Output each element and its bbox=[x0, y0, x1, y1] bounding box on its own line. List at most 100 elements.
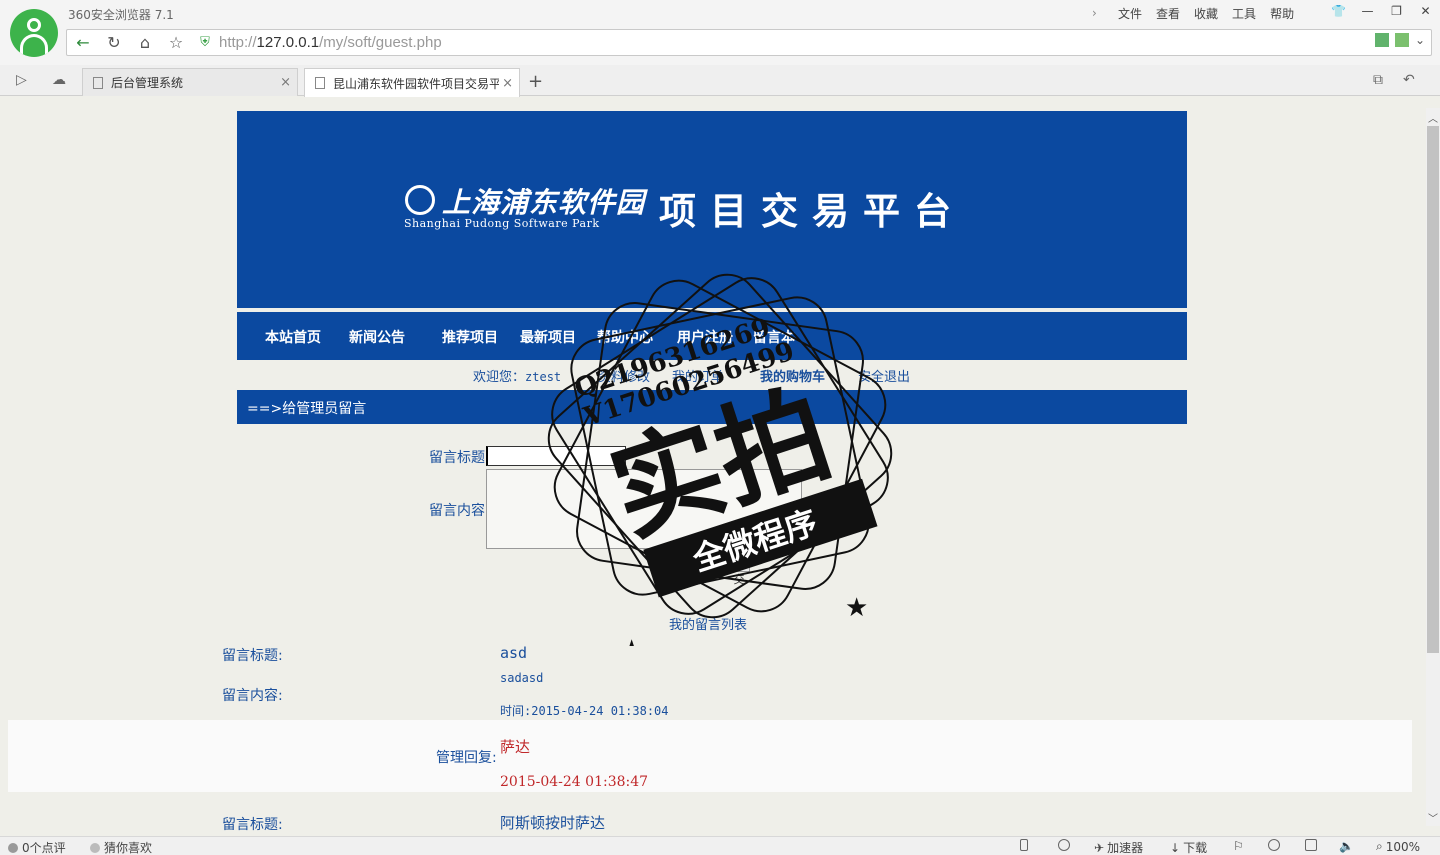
tab-label: 后台管理系统 bbox=[111, 76, 184, 90]
page-icon bbox=[315, 77, 325, 89]
guess-you-like[interactable]: 猜你喜欢 bbox=[90, 839, 152, 855]
rocket-icon: ✈ bbox=[1094, 840, 1105, 855]
link-logout[interactable]: 安全退出 bbox=[858, 366, 910, 385]
menu-file[interactable]: 文件 bbox=[1118, 5, 1142, 22]
app-title: 360安全浏览器 7.1 bbox=[68, 8, 174, 22]
tab-trading-platform[interactable]: 昆山浦东软件园软件项目交易平 × bbox=[304, 68, 520, 97]
link-my-cart[interactable]: 我的购物车 bbox=[760, 366, 825, 385]
comment-icon bbox=[8, 842, 18, 853]
menu-tools[interactable]: 工具 bbox=[1232, 5, 1256, 22]
window-icon[interactable] bbox=[1305, 839, 1317, 851]
leaf-icon[interactable] bbox=[1394, 33, 1409, 47]
comments-count[interactable]: 0个点评 bbox=[8, 839, 66, 855]
tab-close-icon[interactable]: × bbox=[502, 76, 513, 91]
vertical-scrollbar[interactable]: ︿ ﹀ bbox=[1426, 108, 1440, 826]
browser-titlebar: 360安全浏览器 7.1 › 文件 查看 收藏 工具 帮助 👕 — ❐ ✕ ← … bbox=[0, 0, 1440, 65]
reply-time: 2015-04-24 01:38:47 bbox=[500, 774, 649, 790]
tab-admin[interactable]: 后台管理系统 × bbox=[82, 68, 298, 96]
address-tools: ⌄ bbox=[1374, 33, 1425, 47]
tab-label: 昆山浦东软件园软件项目交易平 bbox=[333, 76, 499, 91]
home-icon[interactable]: ⌂ bbox=[131, 30, 159, 55]
mobile-icon[interactable] bbox=[1020, 839, 1028, 851]
admin-reply-box bbox=[8, 720, 1412, 792]
menu-favorites[interactable]: 收藏 bbox=[1194, 5, 1218, 22]
submit-button[interactable]: 提交 bbox=[728, 554, 750, 586]
navigation-bar: ← ↻ ⌂ ☆ ⛨ http://127.0.0.1/my/soft/guest… bbox=[66, 29, 1432, 56]
undo-close-icon[interactable]: ↶ bbox=[1403, 72, 1415, 88]
refresh-icon[interactable]: ↻ bbox=[100, 30, 128, 55]
svg-text:★: ★ bbox=[620, 635, 643, 646]
message-title-label: 留言标题: bbox=[222, 648, 283, 664]
scroll-down-icon[interactable]: ﹀ bbox=[1426, 810, 1440, 825]
message-content: sadasd bbox=[500, 671, 544, 685]
nav-recommended[interactable]: 推荐项目 bbox=[442, 327, 498, 347]
qr-code-icon[interactable] bbox=[1374, 33, 1389, 47]
tab-close-icon[interactable]: × bbox=[280, 75, 291, 90]
download-button[interactable]: ↓ 下载 bbox=[1170, 839, 1207, 855]
logo-en: Shanghai Pudong Software Park bbox=[404, 217, 600, 230]
address-input[interactable]: http://127.0.0.1/my/soft/guest.php bbox=[219, 34, 442, 51]
nav-news[interactable]: 新闻公告 bbox=[349, 327, 405, 347]
message-title-input[interactable] bbox=[486, 446, 626, 466]
nav-guestbook[interactable]: 留言本 bbox=[753, 327, 795, 347]
nav-latest[interactable]: 最新项目 bbox=[520, 327, 576, 347]
page-content: 上海浦东软件园 Shanghai Pudong Software Park 项目… bbox=[0, 96, 1426, 834]
chevron-right-icon[interactable]: › bbox=[1092, 6, 1104, 20]
logo-cn: 上海浦东软件园 bbox=[442, 186, 646, 219]
window-controls: 👕 — ❐ ✕ bbox=[1324, 0, 1440, 22]
sound-icon[interactable]: 🔈 bbox=[1339, 839, 1354, 853]
status-bar: 0个点评 猜你喜欢 ✈ 加速器 ↓ 下载 ⚐ 🔈 ⌕ 100% bbox=[0, 836, 1440, 855]
maximize-button[interactable]: ❐ bbox=[1382, 0, 1411, 22]
banner-title: 项目交易平台 bbox=[659, 189, 965, 233]
scroll-thumb[interactable] bbox=[1427, 126, 1439, 653]
nav-register[interactable]: 用户注册 bbox=[677, 327, 733, 347]
skin-icon[interactable]: 👕 bbox=[1324, 0, 1353, 22]
accelerator-button[interactable]: ✈ 加速器 bbox=[1094, 839, 1143, 855]
svg-text:★: ★ bbox=[845, 593, 868, 623]
sidebar-toggle-icon[interactable]: ▷ bbox=[16, 72, 27, 88]
link-my-orders[interactable]: 我的订单 bbox=[672, 366, 724, 385]
minimize-button[interactable]: — bbox=[1353, 0, 1382, 22]
shield-icon: ⛨ bbox=[200, 35, 210, 50]
section-title: ==>给管理员留言 bbox=[237, 390, 1187, 424]
message-time: 时间:2015-04-24 01:38:04 bbox=[500, 704, 669, 718]
zoom-level[interactable]: ⌕ 100% bbox=[1376, 839, 1420, 854]
site-banner: 上海浦东软件园 Shanghai Pudong Software Park 项目… bbox=[237, 111, 1187, 308]
download-icon: ↓ bbox=[1170, 840, 1181, 855]
title-label: 留言标题 bbox=[429, 450, 485, 466]
tab-bar: ▷ ☁ 后台管理系统 × 昆山浦东软件园软件项目交易平 × + ⧉ ↶ bbox=[0, 65, 1440, 97]
speed-icon[interactable] bbox=[1058, 839, 1070, 851]
cloud-icon[interactable]: ☁ bbox=[52, 72, 66, 88]
page-icon bbox=[93, 76, 103, 89]
magnifier-icon: ⌕ bbox=[1376, 839, 1383, 853]
message-title-label: 留言标题: bbox=[222, 817, 283, 833]
nav-home[interactable]: 本站首页 bbox=[265, 327, 321, 347]
content-label: 留言内容 bbox=[429, 503, 485, 519]
new-tab-button[interactable]: + bbox=[528, 71, 543, 92]
close-button[interactable]: ✕ bbox=[1411, 0, 1440, 22]
username: ztest bbox=[525, 370, 562, 384]
reply-text: 萨达 bbox=[500, 738, 531, 756]
message-title: asd bbox=[500, 644, 528, 662]
message-title: 阿斯顿按时萨达 bbox=[500, 814, 606, 832]
reply-label: 管理回复: bbox=[436, 750, 497, 766]
recommend-icon bbox=[90, 842, 100, 853]
ie-icon[interactable] bbox=[1268, 839, 1280, 851]
star-icon[interactable]: ☆ bbox=[162, 30, 190, 55]
back-arrow-icon[interactable]: ← bbox=[69, 30, 97, 55]
my-messages-link[interactable]: 我的留言列表 bbox=[669, 614, 747, 633]
nav-help[interactable]: 帮助中心 bbox=[597, 327, 653, 347]
scroll-up-icon[interactable]: ︿ bbox=[1426, 110, 1440, 125]
logo-mark-icon bbox=[405, 185, 435, 215]
message-content-label: 留言内容: bbox=[222, 688, 283, 704]
user-avatar-icon[interactable] bbox=[10, 9, 58, 57]
menu-help[interactable]: 帮助 bbox=[1270, 5, 1294, 22]
tab-list-icon[interactable]: ⧉ bbox=[1373, 72, 1383, 88]
chevron-down-icon[interactable]: ⌄ bbox=[1415, 33, 1425, 47]
flag-icon[interactable]: ⚐ bbox=[1233, 839, 1244, 853]
welcome-text: 欢迎您：ztest bbox=[473, 370, 562, 385]
link-edit-profile[interactable]: 资料修改 bbox=[598, 366, 650, 385]
message-content-textarea[interactable] bbox=[486, 469, 802, 549]
menu-view[interactable]: 查看 bbox=[1156, 5, 1180, 22]
main-navigation: 本站首页 新闻公告 推荐项目 最新项目 帮助中心 用户注册 留言本 bbox=[237, 312, 1187, 360]
